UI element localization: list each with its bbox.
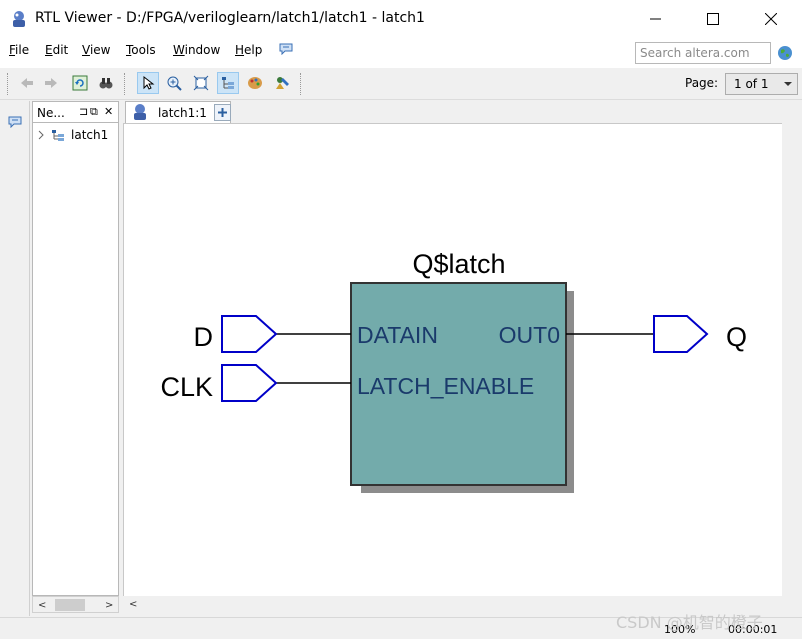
scroll-left-icon[interactable]: < <box>129 599 137 610</box>
feedback-icon[interactable] <box>279 43 293 55</box>
globe-icon[interactable] <box>777 45 793 61</box>
toolbar-grip <box>300 73 303 95</box>
zoom-tool-button[interactable] <box>163 72 185 94</box>
selection-tool-icon <box>143 75 155 90</box>
left-dock-strip <box>0 101 30 616</box>
navigator-scrollbar[interactable]: < > <box>32 596 119 613</box>
page-label: Page: <box>685 76 719 90</box>
fit-window-button[interactable] <box>190 72 212 94</box>
search-input[interactable]: Search altera.com <box>635 42 771 64</box>
zoom-tool-icon <box>167 76 182 91</box>
close-icon[interactable]: ✕ <box>104 105 113 118</box>
menu-edit[interactable]: Edit <box>45 43 68 57</box>
tree-item[interactable]: latch1 <box>37 127 108 143</box>
navigator-title: Ne... <box>37 106 65 120</box>
scroll-left-icon[interactable]: < <box>38 600 46 611</box>
maximize-icon <box>707 13 719 25</box>
navigator-tree: latch1 <box>32 123 119 596</box>
menu-file[interactable]: File <box>9 43 29 57</box>
color-settings-icon <box>248 77 262 89</box>
refresh-button[interactable] <box>69 72 91 94</box>
toolbar-grip <box>7 73 10 95</box>
netlist-navigator-button[interactable] <box>271 72 293 94</box>
minimize-icon <box>650 18 661 20</box>
toolbar-grip <box>124 73 127 95</box>
netlist-navigator-pane: Ne... ⊐ ⧉ ✕ latch1 < > <box>32 101 119 617</box>
port-datain: DATAIN <box>357 322 438 348</box>
rtl-viewer-app-icon <box>13 11 25 27</box>
watermark: CSDN @机智的橙子 <box>616 613 763 632</box>
fit-window-icon <box>193 75 209 91</box>
chevron-right-icon[interactable] <box>37 130 45 140</box>
find-icon <box>99 78 113 89</box>
navigator-header: Ne... ⊐ ⧉ ✕ <box>32 101 119 123</box>
window-title: RTL Viewer - D:/FPGA/veriloglearn/latch1… <box>35 10 425 26</box>
maximize-button[interactable] <box>684 0 742 38</box>
input-pin-clk[interactable] <box>221 364 278 402</box>
float-icon[interactable]: ⧉ <box>90 105 98 119</box>
find-button[interactable] <box>95 72 117 94</box>
color-settings-button[interactable] <box>244 72 266 94</box>
menu-tools[interactable]: Tools <box>126 43 156 57</box>
menu-window[interactable]: Window <box>173 43 220 57</box>
port-out0: OUT0 <box>499 322 560 348</box>
forward-button[interactable] <box>40 72 62 94</box>
pin-icon[interactable]: ⊐ <box>79 105 88 118</box>
hierarchy-node-icon <box>52 130 64 141</box>
tab-strip: latch1:1 <box>122 101 802 123</box>
menu-help[interactable]: Help <box>235 43 262 57</box>
close-icon <box>765 13 777 25</box>
rtl-viewer-window: RTL Viewer - D:/FPGA/veriloglearn/latch1… <box>0 0 802 639</box>
forward-icon <box>45 78 57 88</box>
add-tab-button[interactable] <box>214 104 231 121</box>
title-bar: RTL Viewer - D:/FPGA/veriloglearn/latch1… <box>0 0 802 38</box>
messages-icon[interactable] <box>8 116 22 128</box>
scroll-right-icon[interactable]: > <box>105 600 113 611</box>
back-icon <box>21 78 33 88</box>
menu-view[interactable]: View <box>82 43 110 57</box>
input-pin-d[interactable] <box>221 315 278 353</box>
chevron-down-icon <box>784 82 792 86</box>
input-label-clk: CLK <box>160 372 213 402</box>
input-label-d: D <box>194 322 214 352</box>
scrollbar-thumb[interactable] <box>55 599 85 611</box>
netlist-navigator-icon <box>276 77 289 89</box>
output-pin-q[interactable] <box>653 315 709 353</box>
schematic-canvas[interactable]: Q$latch D CLK Q DATAIN LATCH_ENABLE OUT0 <box>123 123 782 596</box>
toolbar <box>0 68 802 100</box>
minimize-button[interactable] <box>627 0 685 38</box>
rtl-viewer-icon <box>134 104 146 120</box>
page-select[interactable]: 1 of 1 <box>725 73 798 95</box>
port-latch-enable: LATCH_ENABLE <box>357 373 534 399</box>
vertical-scrollbar[interactable] <box>782 123 802 596</box>
schematic-svg: Q$latch D CLK Q DATAIN LATCH_ENABLE OUT0 <box>160 249 747 493</box>
tree-item-label: latch1 <box>71 128 109 142</box>
tab-label: latch1:1 <box>158 106 207 120</box>
page-select-value: 1 of 1 <box>734 77 769 91</box>
back-button[interactable] <box>16 72 38 94</box>
close-button[interactable] <box>742 0 800 38</box>
block-name: Q$latch <box>412 249 505 279</box>
output-label-q: Q <box>726 322 747 352</box>
hierarchy-list-button[interactable] <box>217 72 239 94</box>
refresh-icon <box>72 75 88 91</box>
selection-tool-button[interactable] <box>137 72 159 94</box>
plus-icon <box>218 108 227 117</box>
hierarchy-list-icon <box>222 77 234 89</box>
